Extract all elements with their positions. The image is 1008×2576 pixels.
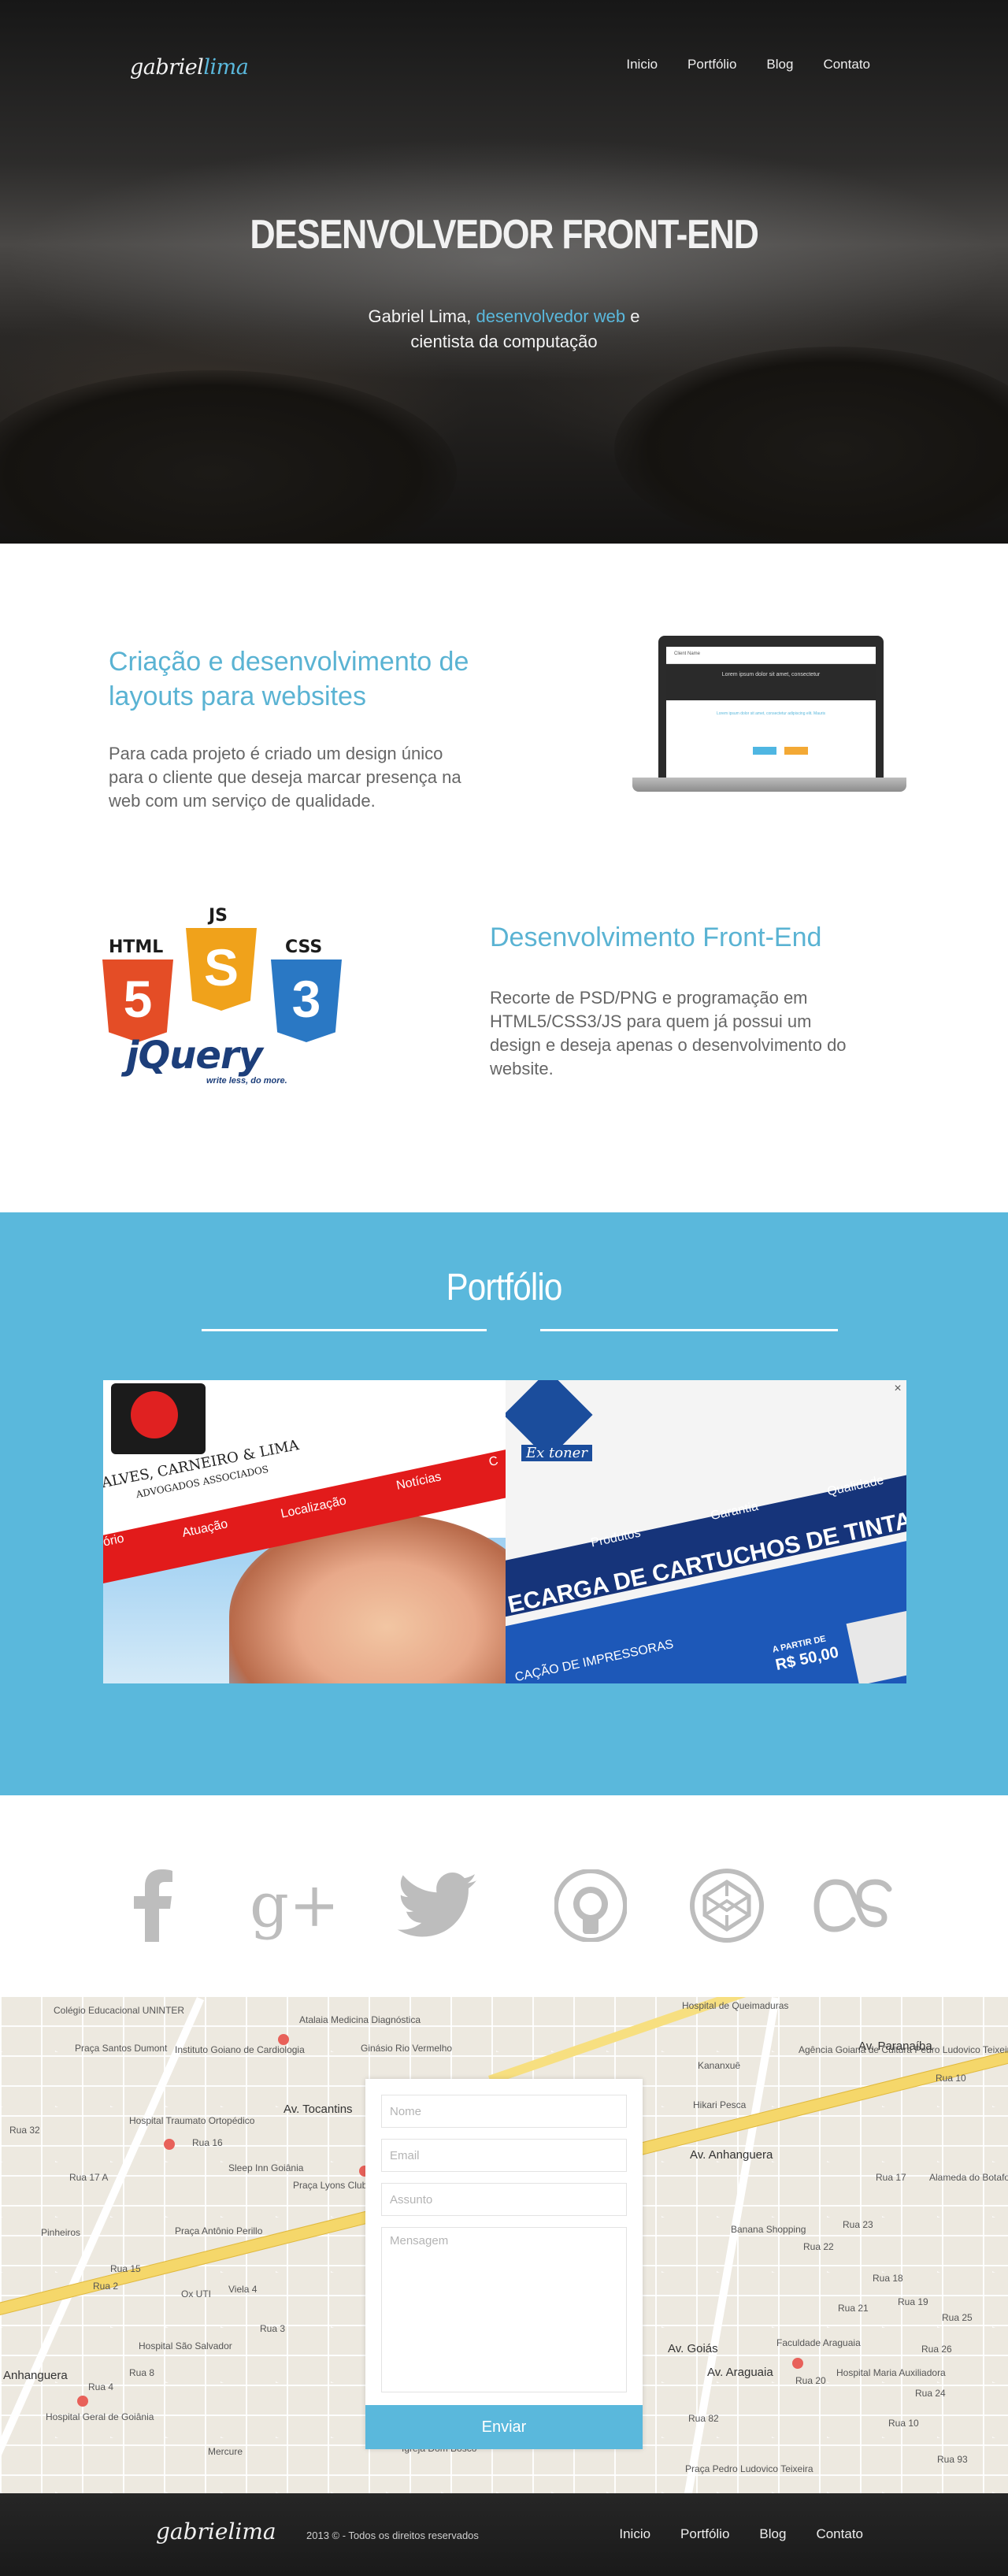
- message-textarea[interactable]: [382, 2228, 626, 2392]
- footer-nav-inicio[interactable]: Inicio: [619, 2526, 650, 2542]
- facebook-icon[interactable]: [118, 1866, 189, 1945]
- hospital-icon: [77, 2396, 88, 2407]
- name-field[interactable]: [381, 2095, 627, 2128]
- hospital-icon: [164, 2139, 175, 2150]
- svg-text:g+: g+: [250, 1871, 333, 1940]
- footer-nav-contato[interactable]: Contato: [816, 2526, 863, 2542]
- email-input[interactable]: [382, 2140, 626, 2171]
- map-section[interactable]: Hospital de Queimaduras Colégio Educacio…: [0, 1997, 1008, 2493]
- email-field[interactable]: [381, 2139, 627, 2172]
- tech-logos: HTML 5 JS S CSS 3 jQuery write less, do …: [102, 906, 354, 1103]
- jquery-tagline: write less, do more.: [206, 1076, 287, 1086]
- portfolio-item-extoner[interactable]: Ex toner Produtos Garantia Qualidade ECA…: [506, 1380, 906, 1683]
- footer-nav-portfolio[interactable]: Portfólio: [680, 2526, 729, 2542]
- nav-portfolio[interactable]: Portfólio: [687, 57, 736, 72]
- contact-form: Enviar: [365, 2079, 643, 2449]
- name-input[interactable]: [382, 2095, 626, 2127]
- portfolio-section: Portfólio ALVES, CARNEIRO & LIMA ADVOGADO…: [0, 1212, 1008, 1795]
- service-1-text: Para cada projeto é criado um design úni…: [109, 744, 461, 811]
- hero-title: DESENVOLVEDOR FRONT-END: [250, 212, 759, 258]
- jquery-logo: jQuery: [126, 1034, 263, 1078]
- footer: gabrielima 2013 © - Todos os direitos re…: [0, 2493, 1008, 2576]
- css3-icon: 3: [271, 960, 342, 1042]
- service-1-title: Criação e desenvolvimento de layouts para…: [109, 647, 469, 711]
- nav-blog[interactable]: Blog: [766, 57, 793, 72]
- html-label: HTML: [109, 937, 164, 957]
- service-2-text: Recorte de PSD/PNG e programação em HTML5…: [490, 988, 847, 1078]
- lastfm-icon[interactable]: [811, 1866, 898, 1945]
- hero-rock-left: [0, 370, 457, 544]
- portfolio-divider-right: [540, 1329, 838, 1331]
- main-nav: Inicio Portfólio Blog Contato: [596, 57, 870, 72]
- hero-rock-right: [614, 347, 1008, 544]
- codepen-icon[interactable]: [684, 1866, 770, 1945]
- css-label: CSS: [285, 937, 323, 957]
- github-icon[interactable]: [551, 1866, 630, 1945]
- footer-logo[interactable]: gabrielima: [156, 2518, 276, 2544]
- subject-field[interactable]: [381, 2183, 627, 2216]
- hospital-icon: [278, 2034, 289, 2045]
- message-field[interactable]: [381, 2227, 627, 2392]
- twitter-icon[interactable]: [394, 1866, 480, 1945]
- site-logo[interactable]: gabriellima: [130, 55, 249, 80]
- nav-inicio[interactable]: Inicio: [626, 57, 658, 72]
- subject-input[interactable]: [382, 2184, 626, 2215]
- js-label: JS: [209, 906, 228, 926]
- portfolio-divider-left: [202, 1329, 487, 1331]
- laptop-illustration: Client Name Lorem ipsum dolor sit amet, …: [632, 636, 906, 793]
- portfolio-title: Portfólio: [446, 1267, 562, 1308]
- social-section: g+: [0, 1795, 1008, 1997]
- laptop-base: [632, 778, 906, 792]
- google-plus-icon[interactable]: g+: [248, 1866, 335, 1945]
- hospital-icon: [792, 2358, 803, 2369]
- nav-contato[interactable]: Contato: [823, 57, 870, 72]
- send-button[interactable]: Enviar: [365, 2405, 643, 2449]
- close-icon[interactable]: ×: [891, 1382, 905, 1396]
- laptop-display: Client Name Lorem ipsum dolor sit amet, …: [666, 647, 876, 778]
- extoner-logo: Ex toner: [506, 1380, 603, 1470]
- hero-subtitle: Gabriel Lima, desenvolvedor web e cienti…: [368, 306, 640, 351]
- hero-section: gabriellima Inicio Portfólio Blog Contat…: [0, 0, 1008, 544]
- footer-copyright: 2013 © - Todos os direitos reservados: [306, 2530, 479, 2541]
- portfolio-item-advogados[interactable]: ALVES, CARNEIRO & LIMA ADVOGADOS ASSOCIAD…: [103, 1380, 506, 1683]
- hero-subtitle-highlight: desenvolvedor web: [476, 306, 626, 326]
- footer-nav: Inicio Portfólio Blog Contato: [589, 2526, 863, 2542]
- js-icon: S: [186, 928, 257, 1011]
- service-2-title: Desenvolvimento Front-End: [490, 922, 822, 952]
- html5-icon: 5: [102, 960, 173, 1042]
- footer-nav-blog[interactable]: Blog: [759, 2526, 786, 2542]
